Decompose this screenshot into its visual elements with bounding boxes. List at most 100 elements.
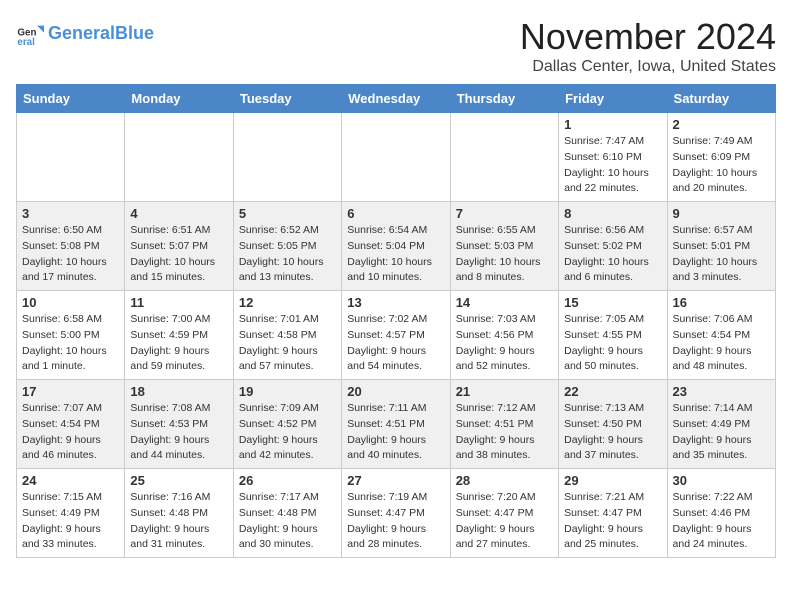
calendar-cell: [17, 113, 125, 202]
day-number: 21: [456, 384, 553, 399]
calendar-cell: 15Sunrise: 7:05 AM Sunset: 4:55 PM Dayli…: [559, 291, 667, 380]
day-number: 19: [239, 384, 336, 399]
calendar-cell: 13 Sunrise: 7:02 AM Sunset: 4:57 PM Dayli…: [342, 291, 450, 380]
day-number: 1: [564, 117, 661, 132]
week-row-2: 3 Sunrise: 6:50 AM Sunset: 5:08 PM Daylig…: [17, 202, 776, 291]
cell-info: Sunrise: 7:15 AM Sunset: 4:49 PM Dayligh…: [22, 490, 119, 553]
cell-info: Sunrise: 7:49 AM Sunset: 6:09 PM Dayligh…: [673, 134, 770, 197]
calendar-cell: 10 Sunrise: 6:58 AM Sunset: 5:00 PM Dayli…: [17, 291, 125, 380]
day-number: 7: [456, 206, 553, 221]
day-number: 2: [673, 117, 770, 132]
day-number: 17: [22, 384, 119, 399]
day-number: 26: [239, 473, 336, 488]
day-number: 20: [347, 384, 444, 399]
cell-info: Sunrise: 7:01 AM Sunset: 4:58 PM Dayligh…: [239, 312, 336, 375]
calendar-cell: 19 Sunrise: 7:09 AM Sunset: 4:52 PM Dayli…: [233, 380, 341, 469]
calendar-cell: 25 Sunrise: 7:16 AM Sunset: 4:48 PM Dayli…: [125, 469, 233, 558]
day-header-sunday: Sunday: [17, 85, 125, 113]
calendar-cell: 24 Sunrise: 7:15 AM Sunset: 4:49 PM Dayli…: [17, 469, 125, 558]
calendar-cell: [342, 113, 450, 202]
calendar-cell: 30 Sunrise: 7:22 AM Sunset: 4:46 PM Dayli…: [667, 469, 775, 558]
cell-info: Sunrise: 6:54 AM Sunset: 5:04 PM Dayligh…: [347, 223, 444, 286]
header-row: SundayMondayTuesdayWednesdayThursdayFrid…: [17, 85, 776, 113]
cell-info: Sunrise: 6:57 AM Sunset: 5:01 PM Dayligh…: [673, 223, 770, 286]
day-number: 4: [130, 206, 227, 221]
cell-info: Sunrise: 7:02 AM Sunset: 4:57 PM Dayligh…: [347, 312, 444, 375]
svg-text:eral: eral: [17, 37, 35, 48]
day-number: 5: [239, 206, 336, 221]
day-number: 22: [564, 384, 661, 399]
day-number: 24: [22, 473, 119, 488]
cell-info: Sunrise: 6:56 AM Sunset: 5:02 PM Dayligh…: [564, 223, 661, 286]
cell-info: Sunrise: 7:22 AM Sunset: 4:46 PM Dayligh…: [673, 490, 770, 553]
calendar-cell: 9 Sunrise: 6:57 AM Sunset: 5:01 PM Daylig…: [667, 202, 775, 291]
day-number: 30: [673, 473, 770, 488]
week-row-5: 24 Sunrise: 7:15 AM Sunset: 4:49 PM Dayli…: [17, 469, 776, 558]
week-row-1: 1 Sunrise: 7:47 AM Sunset: 6:10 PM Daylig…: [17, 113, 776, 202]
title-section: November 2024 Dallas Center, Iowa, Unite…: [520, 16, 776, 76]
week-row-3: 10 Sunrise: 6:58 AM Sunset: 5:00 PM Dayli…: [17, 291, 776, 380]
header: Gen eral GeneralBlue November 2024 Dalla…: [16, 16, 776, 76]
day-header-friday: Friday: [559, 85, 667, 113]
cell-info: Sunrise: 7:09 AM Sunset: 4:52 PM Dayligh…: [239, 401, 336, 464]
cell-info: Sunrise: 7:03 AM Sunset: 4:56 PM Dayligh…: [456, 312, 553, 375]
cell-info: Sunrise: 6:58 AM Sunset: 5:00 PM Dayligh…: [22, 312, 119, 375]
cell-info: Sunrise: 7:47 AM Sunset: 6:10 PM Dayligh…: [564, 134, 661, 197]
calendar-cell: [450, 113, 558, 202]
day-number: 23: [673, 384, 770, 399]
calendar-cell: 12Sunrise: 7:01 AM Sunset: 4:58 PM Dayli…: [233, 291, 341, 380]
day-number: 27: [347, 473, 444, 488]
calendar-cell: 17 Sunrise: 7:07 AM Sunset: 4:54 PM Dayli…: [17, 380, 125, 469]
cell-info: Sunrise: 6:55 AM Sunset: 5:03 PM Dayligh…: [456, 223, 553, 286]
calendar-cell: 26 Sunrise: 7:17 AM Sunset: 4:48 PM Dayli…: [233, 469, 341, 558]
calendar-cell: 16Sunrise: 7:06 AM Sunset: 4:54 PM Dayli…: [667, 291, 775, 380]
calendar-cell: 20 Sunrise: 7:11 AM Sunset: 4:51 PM Dayli…: [342, 380, 450, 469]
day-header-saturday: Saturday: [667, 85, 775, 113]
calendar-cell: [125, 113, 233, 202]
day-number: 3: [22, 206, 119, 221]
calendar-cell: 14 Sunrise: 7:03 AM Sunset: 4:56 PM Dayli…: [450, 291, 558, 380]
calendar-cell: 1 Sunrise: 7:47 AM Sunset: 6:10 PM Daylig…: [559, 113, 667, 202]
cell-info: Sunrise: 7:16 AM Sunset: 4:48 PM Dayligh…: [130, 490, 227, 553]
cell-info: Sunrise: 7:21 AM Sunset: 4:47 PM Dayligh…: [564, 490, 661, 553]
logo-text: GeneralBlue: [48, 24, 154, 44]
calendar-cell: 6 Sunrise: 6:54 AM Sunset: 5:04 PM Daylig…: [342, 202, 450, 291]
cell-info: Sunrise: 7:14 AM Sunset: 4:49 PM Dayligh…: [673, 401, 770, 464]
calendar-cell: 2 Sunrise: 7:49 AM Sunset: 6:09 PM Daylig…: [667, 113, 775, 202]
calendar-body: 1 Sunrise: 7:47 AM Sunset: 6:10 PM Daylig…: [17, 113, 776, 558]
day-number: 11: [130, 295, 227, 310]
day-number: 25: [130, 473, 227, 488]
calendar-cell: 5 Sunrise: 6:52 AM Sunset: 5:05 PM Daylig…: [233, 202, 341, 291]
cell-info: Sunrise: 7:05 AM Sunset: 4:55 PM Dayligh…: [564, 312, 661, 375]
calendar-cell: 21 Sunrise: 7:12 AM Sunset: 4:51 PM Dayli…: [450, 380, 558, 469]
day-number: 10: [22, 295, 119, 310]
day-number: 8: [564, 206, 661, 221]
calendar-cell: 23 Sunrise: 7:14 AM Sunset: 4:49 PM Dayli…: [667, 380, 775, 469]
calendar-cell: 18Sunrise: 7:08 AM Sunset: 4:53 PM Dayli…: [125, 380, 233, 469]
day-number: 14: [456, 295, 553, 310]
day-number: 28: [456, 473, 553, 488]
day-header-tuesday: Tuesday: [233, 85, 341, 113]
cell-info: Sunrise: 7:08 AM Sunset: 4:53 PM Dayligh…: [130, 401, 227, 464]
day-number: 6: [347, 206, 444, 221]
cell-info: Sunrise: 7:06 AM Sunset: 4:54 PM Dayligh…: [673, 312, 770, 375]
day-number: 9: [673, 206, 770, 221]
day-number: 13: [347, 295, 444, 310]
cell-info: Sunrise: 7:11 AM Sunset: 4:51 PM Dayligh…: [347, 401, 444, 464]
calendar-cell: 8 Sunrise: 6:56 AM Sunset: 5:02 PM Daylig…: [559, 202, 667, 291]
cell-info: Sunrise: 7:12 AM Sunset: 4:51 PM Dayligh…: [456, 401, 553, 464]
cell-info: Sunrise: 6:51 AM Sunset: 5:07 PM Dayligh…: [130, 223, 227, 286]
calendar-header: SundayMondayTuesdayWednesdayThursdayFrid…: [17, 85, 776, 113]
calendar-cell: 28 Sunrise: 7:20 AM Sunset: 4:47 PM Dayli…: [450, 469, 558, 558]
cell-info: Sunrise: 7:13 AM Sunset: 4:50 PM Dayligh…: [564, 401, 661, 464]
month-title: November 2024: [520, 16, 776, 58]
day-header-monday: Monday: [125, 85, 233, 113]
cell-info: Sunrise: 7:07 AM Sunset: 4:54 PM Dayligh…: [22, 401, 119, 464]
cell-info: Sunrise: 7:17 AM Sunset: 4:48 PM Dayligh…: [239, 490, 336, 553]
cell-info: Sunrise: 6:50 AM Sunset: 5:08 PM Dayligh…: [22, 223, 119, 286]
logo-icon: Gen eral: [16, 20, 44, 48]
calendar-cell: 27Sunrise: 7:19 AM Sunset: 4:47 PM Dayli…: [342, 469, 450, 558]
cell-info: Sunrise: 6:52 AM Sunset: 5:05 PM Dayligh…: [239, 223, 336, 286]
day-header-thursday: Thursday: [450, 85, 558, 113]
cell-info: Sunrise: 7:20 AM Sunset: 4:47 PM Dayligh…: [456, 490, 553, 553]
